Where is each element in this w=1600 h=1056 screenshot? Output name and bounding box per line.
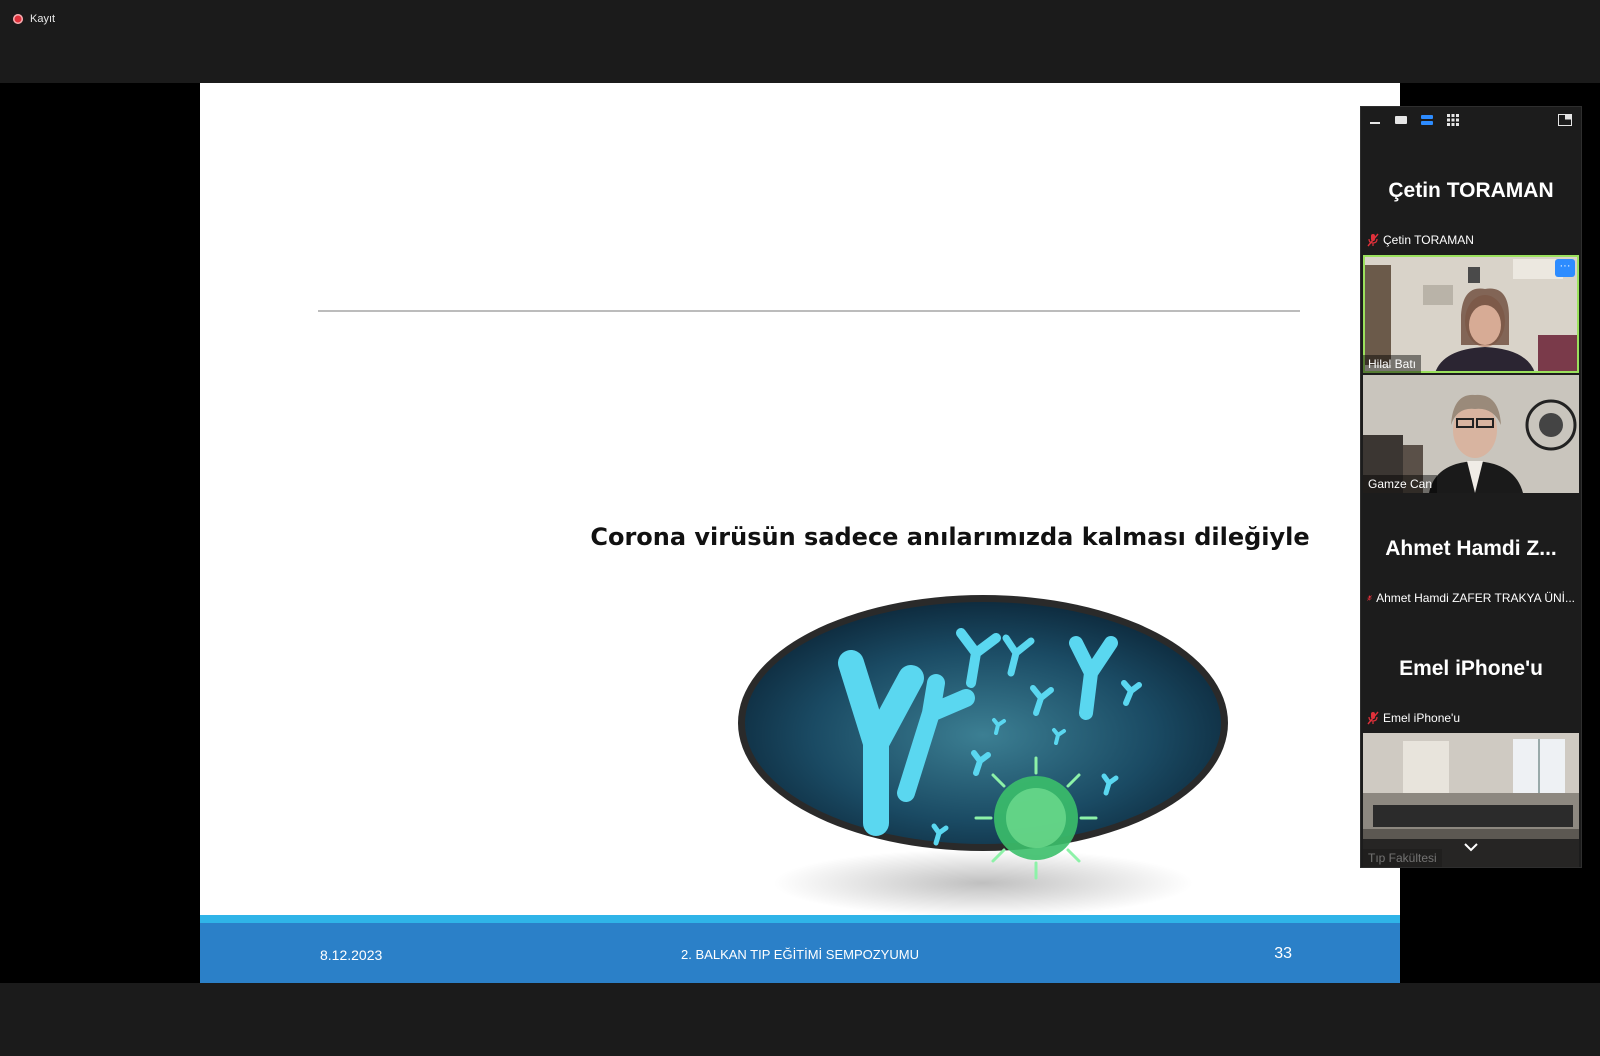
panel-toolbar — [1361, 107, 1581, 133]
participant-big-name: Çetin TORAMAN — [1388, 179, 1554, 202]
participant-name: Gamze Can — [1363, 475, 1438, 493]
participant-video[interactable]: Gamze Can — [1363, 375, 1579, 493]
muted-mic-icon — [1367, 711, 1379, 725]
record-icon — [13, 14, 23, 24]
strip-view-icon[interactable] — [1419, 113, 1435, 127]
footer-stripe — [200, 915, 1400, 923]
virus-shape — [974, 756, 1098, 880]
antibody-virus-image — [738, 595, 1228, 917]
participant-name: Emel iPhone'u — [1383, 711, 1461, 725]
muted-mic-icon — [1367, 595, 1372, 601]
participant-name: Ahmet Hamdi ZAFER TRAKYA ÜNİ... — [1376, 591, 1575, 605]
pop-out-icon[interactable] — [1557, 113, 1573, 127]
scroll-down-chevron-icon[interactable] — [1461, 839, 1481, 855]
gallery-view-icon[interactable] — [1445, 113, 1461, 127]
recording-indicator[interactable]: Kayıt — [13, 13, 55, 25]
top-bar: Kayıt — [0, 0, 1600, 83]
slide-page-number: 33 — [1274, 945, 1292, 962]
participant-name: Tıp Fakültesi — [1363, 849, 1442, 867]
slide-message: Corona virüsün sadece anılarımızda kalma… — [590, 523, 1310, 551]
participant-big-name: Ahmet Hamdi Z... — [1385, 537, 1557, 560]
participant-name: Çetin TORAMAN — [1383, 233, 1474, 247]
participant-video-active[interactable]: ··· Hilal Batı — [1363, 255, 1579, 373]
participant-label[interactable]: Ahmet Hamdi ZAFER TRAKYA ÜNİ... — [1367, 591, 1575, 605]
slide-divider — [318, 310, 1300, 312]
more-options-button[interactable]: ··· — [1555, 259, 1575, 277]
slide-footer: 8.12.2023 2. BALKAN TIP EĞİTİMİ SEMPOZYU… — [200, 923, 1400, 983]
muted-mic-icon — [1367, 233, 1379, 247]
bottom-bar — [0, 983, 1600, 1056]
footer-event-title: 2. BALKAN TIP EĞİTİMİ SEMPOZYUMU — [681, 947, 919, 962]
participant-big-name: Emel iPhone'u — [1399, 657, 1543, 680]
participants-panel: Çetin TORAMAN Çetin TORAMAN ··· Hilal Ba… — [1360, 106, 1582, 868]
footer-date: 8.12.2023 — [320, 947, 383, 963]
participant-label[interactable]: Çetin TORAMAN — [1367, 233, 1474, 247]
recording-label: Kayıt — [30, 13, 56, 25]
participant-name: Hilal Batı — [1363, 355, 1422, 373]
speaker-view-icon[interactable] — [1393, 113, 1409, 127]
minimize-icon[interactable] — [1367, 113, 1383, 127]
participant-label[interactable]: Emel iPhone'u — [1367, 711, 1460, 725]
shared-slide: Corona virüsün sadece anılarımızda kalma… — [200, 83, 1400, 983]
